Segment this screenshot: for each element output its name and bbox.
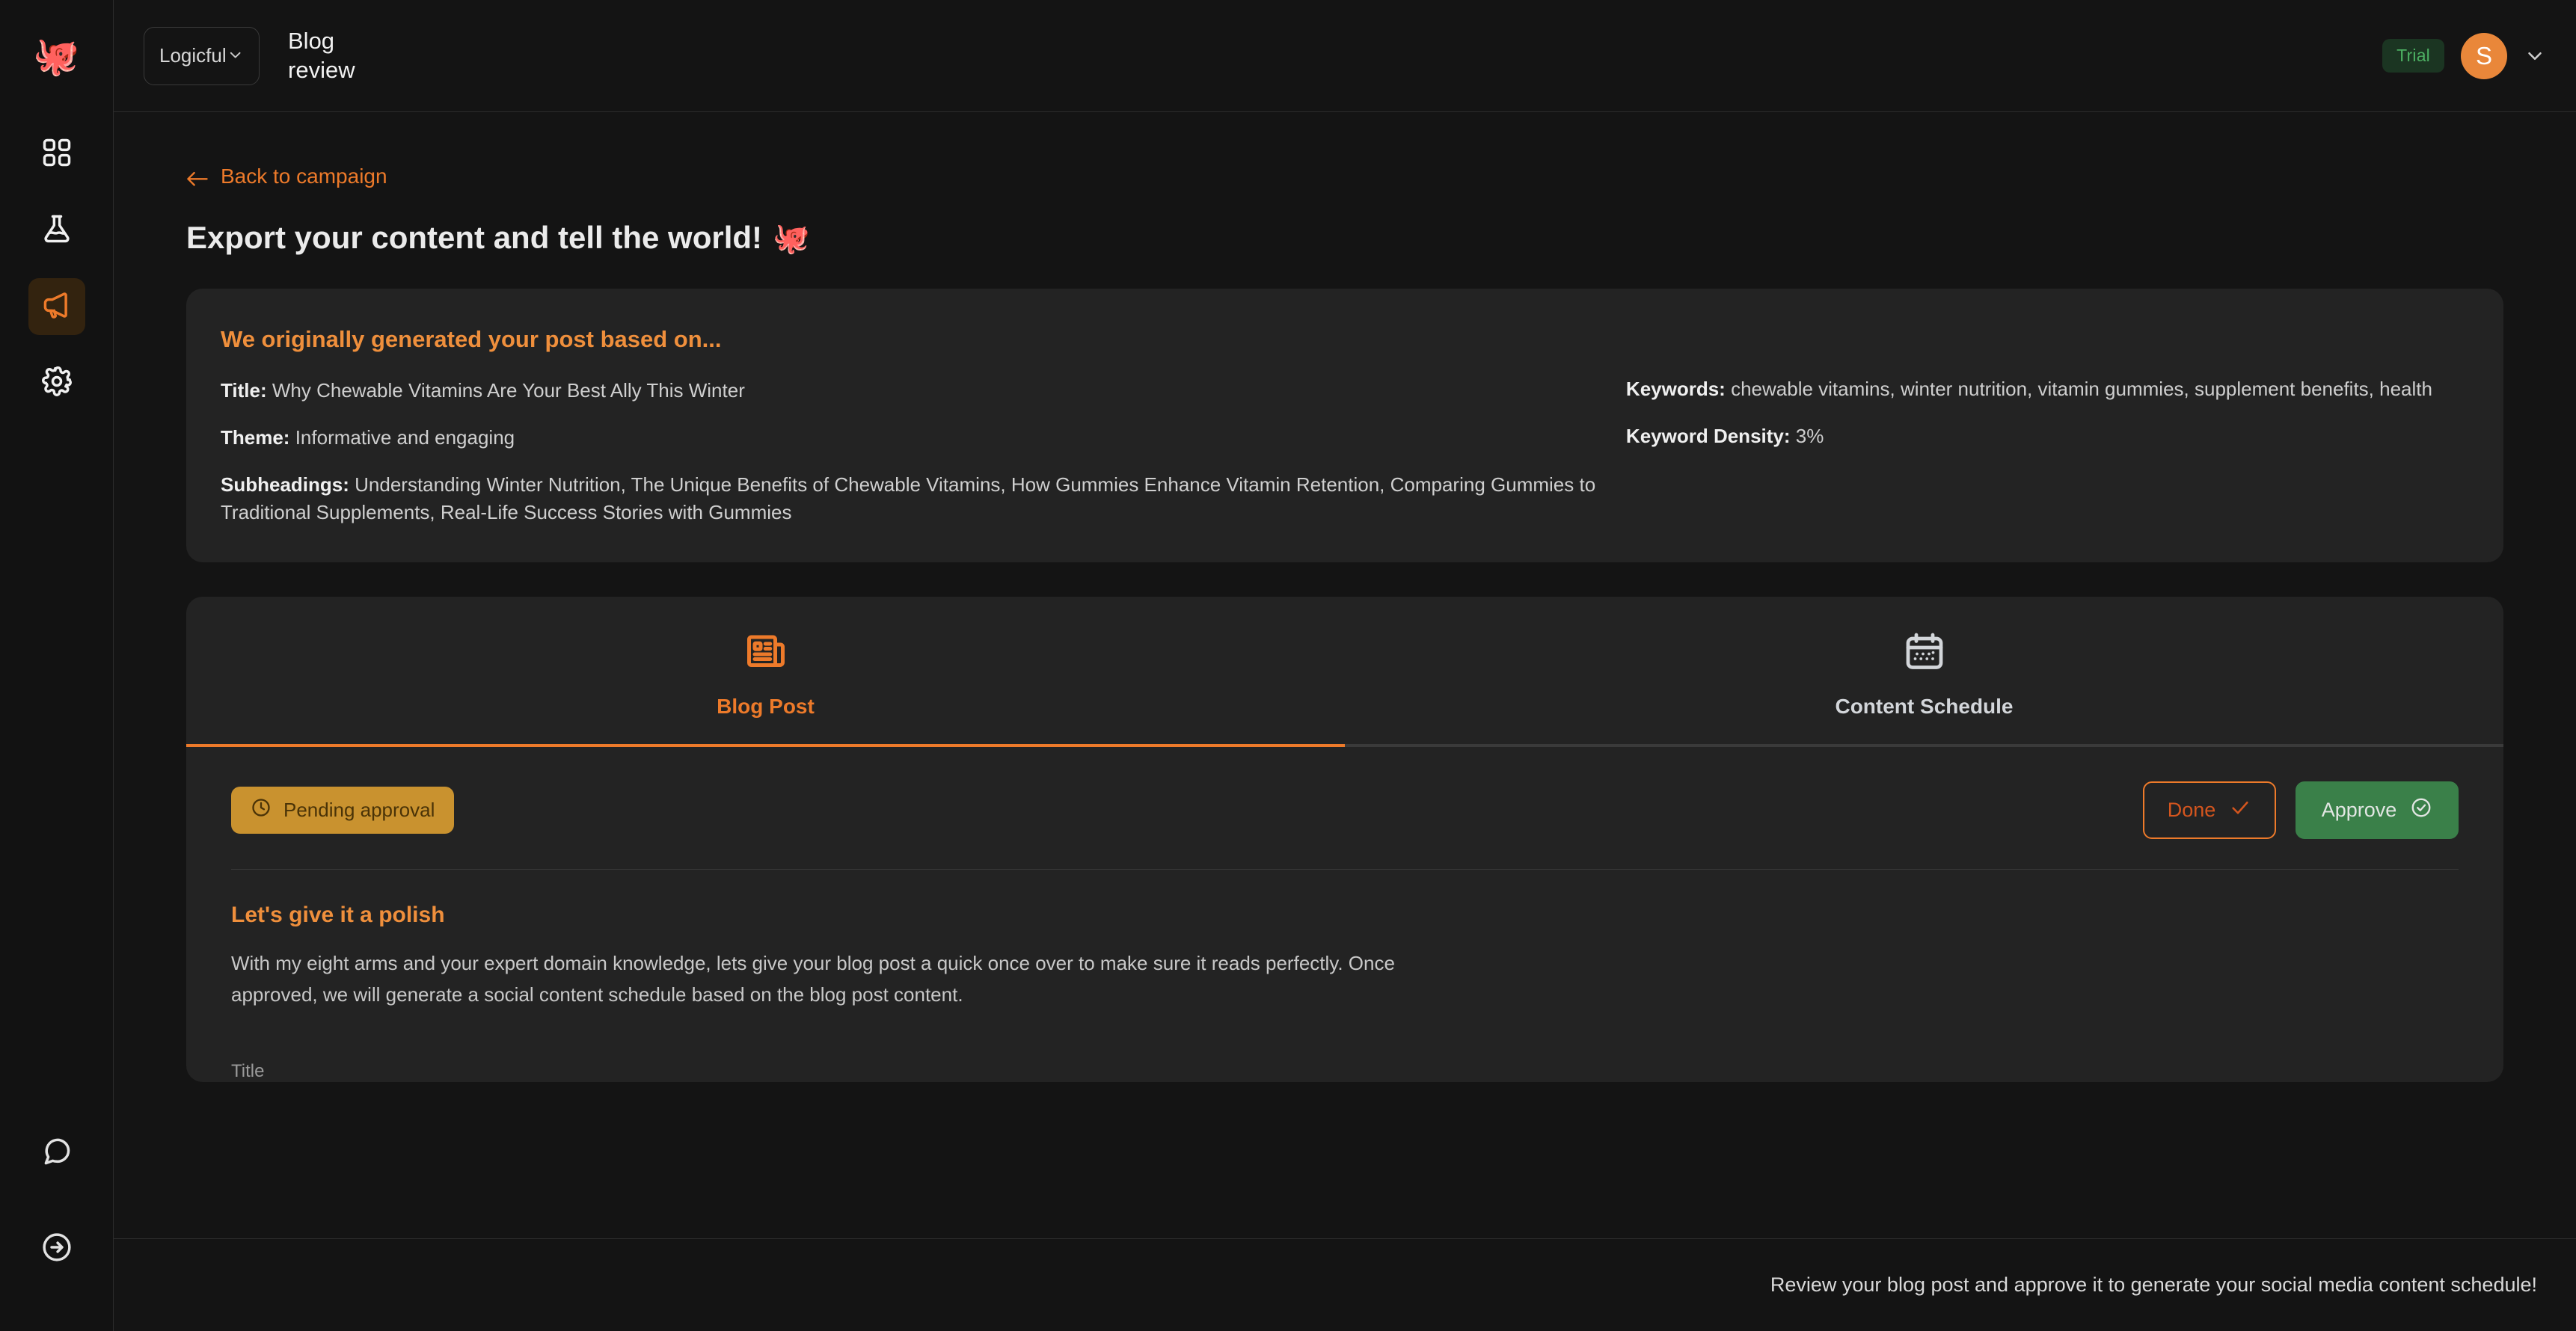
footer-message: Review your blog post and approve it to …: [1770, 1273, 2537, 1297]
sidebar-bottom-nav: [28, 1125, 85, 1277]
action-buttons: Done Approve: [2143, 781, 2459, 839]
arrow-left-icon: [186, 168, 209, 185]
done-button-label: Done: [2168, 799, 2216, 822]
status-badge-label: Pending approval: [283, 799, 435, 822]
octopus-emoji-icon: 🐙: [773, 221, 810, 256]
sidebar: 🐙: [0, 0, 114, 1331]
action-row: Pending approval Done Approve: [231, 781, 2459, 839]
workspace-name: Logicful: [159, 44, 227, 67]
sidebar-nav: [28, 126, 85, 411]
clock-icon: [251, 797, 272, 823]
summary-keywords-label: Keywords:: [1626, 378, 1726, 400]
tab-content-schedule-label: Content Schedule: [1835, 695, 2013, 719]
check-circle-icon: [2410, 796, 2432, 824]
section-divider: [231, 869, 2459, 870]
approve-button-label: Approve: [2322, 799, 2397, 822]
flask-icon: [40, 212, 73, 249]
app-logo[interactable]: 🐙: [0, 0, 113, 112]
account-chevron-down-icon[interactable]: [2524, 45, 2546, 67]
newspaper-icon: [743, 630, 788, 695]
summary-title-value: Why Chewable Vitamins Are Your Best Ally…: [272, 379, 745, 402]
tab-content-schedule[interactable]: Content Schedule: [1345, 597, 2503, 747]
approve-button[interactable]: Approve: [2296, 781, 2459, 839]
calendar-icon: [1902, 630, 1947, 695]
title-field-label: Title: [231, 1061, 2459, 1082]
main-content: Back to campaign Export your content and…: [114, 112, 2576, 1238]
summary-subheadings-label: Subheadings:: [221, 473, 349, 496]
summary-title: We originally generated your post based …: [221, 326, 1596, 353]
chevron-down-icon: [227, 46, 244, 66]
polish-section-body: With my eight arms and your expert domai…: [231, 947, 1420, 1010]
sidebar-item-dashboard[interactable]: [28, 126, 85, 182]
summary-left-column: We originally generated your post based …: [221, 326, 1596, 526]
polish-section-title: Let's give it a polish: [231, 903, 2459, 928]
tab-panel-blog-post: Pending approval Done Approve: [186, 747, 2503, 1082]
check-icon: [2229, 796, 2251, 824]
page-heading-text: Export your content and tell the world!: [186, 220, 762, 256]
avatar[interactable]: S: [2461, 33, 2507, 79]
top-bar: Logicful Blog review Trial S: [114, 0, 2576, 112]
gear-icon: [40, 365, 73, 402]
sidebar-item-campaigns[interactable]: [28, 278, 85, 335]
summary-keywords-row: Keywords: chewable vitamins, winter nutr…: [1626, 375, 2469, 403]
generation-summary-card: We originally generated your post based …: [186, 289, 2503, 562]
summary-right-column: Keywords: chewable vitamins, winter nutr…: [1626, 326, 2469, 526]
summary-title-label: Title:: [221, 379, 267, 402]
arrow-right-circle-icon: [40, 1231, 73, 1267]
grid-icon: [40, 136, 73, 173]
done-button[interactable]: Done: [2143, 781, 2276, 839]
trial-badge: Trial: [2382, 39, 2444, 73]
summary-title-row: Title: Why Chewable Vitamins Are Your Be…: [221, 377, 1596, 405]
summary-density-row: Keyword Density: 3%: [1626, 422, 2469, 450]
page-title: Blog review: [288, 27, 378, 85]
page-heading: Export your content and tell the world! …: [186, 220, 2545, 256]
back-to-campaign-link[interactable]: Back to campaign: [186, 165, 387, 188]
summary-density-label: Keyword Density:: [1626, 425, 1791, 447]
sidebar-item-chat[interactable]: [28, 1125, 85, 1181]
sidebar-item-settings[interactable]: [28, 354, 85, 411]
top-bar-right: Trial S: [2382, 33, 2546, 79]
sidebar-item-expand[interactable]: [28, 1220, 85, 1277]
back-to-campaign-label: Back to campaign: [221, 165, 387, 188]
summary-subheadings-value: Understanding Winter Nutrition, The Uniq…: [221, 473, 1595, 523]
summary-theme-row: Theme: Informative and engaging: [221, 424, 1596, 452]
workspace-selector[interactable]: Logicful: [144, 27, 260, 85]
content-tabs-card: Blog Post Content Schedule: [186, 597, 2503, 1082]
tab-bar: Blog Post Content Schedule: [186, 597, 2503, 747]
chat-bubble-icon: [40, 1135, 73, 1172]
octopus-logo-icon: 🐙: [33, 37, 79, 75]
main-column: Logicful Blog review Trial S Back to cam…: [114, 0, 2576, 1331]
sidebar-item-experiments[interactable]: [28, 202, 85, 259]
summary-theme-value: Informative and engaging: [295, 426, 515, 449]
tab-blog-post-label: Blog Post: [717, 695, 815, 719]
footer-bar: Review your blog post and approve it to …: [114, 1238, 2576, 1331]
tab-blog-post[interactable]: Blog Post: [186, 597, 1345, 747]
status-badge: Pending approval: [231, 787, 454, 834]
summary-density-value: 3%: [1796, 425, 1824, 447]
megaphone-icon: [40, 289, 73, 325]
summary-theme-label: Theme:: [221, 426, 289, 449]
summary-subheadings-row: Subheadings: Understanding Winter Nutrit…: [221, 471, 1596, 526]
summary-keywords-value: chewable vitamins, winter nutrition, vit…: [1731, 378, 2432, 400]
